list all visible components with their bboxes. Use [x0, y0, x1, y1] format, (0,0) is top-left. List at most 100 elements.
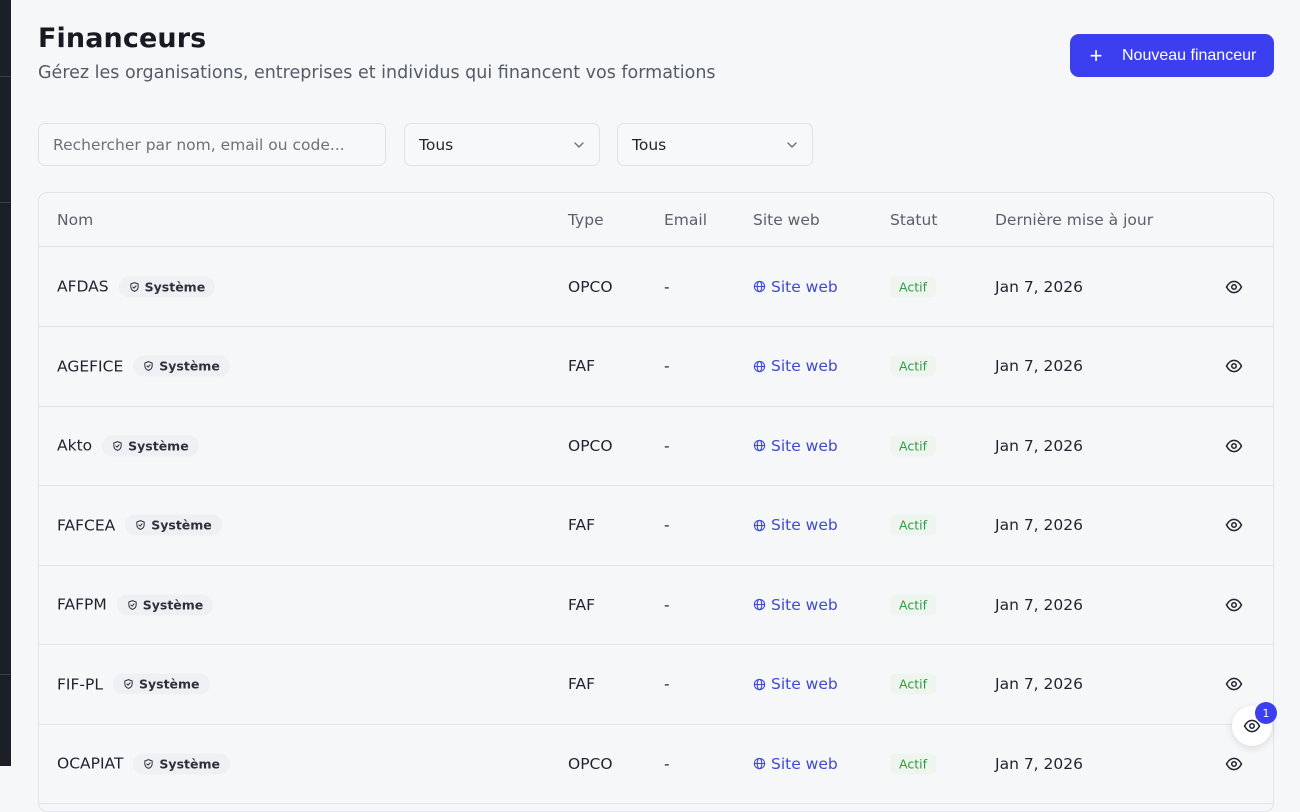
plus-icon: +: [1089, 42, 1103, 68]
status-filter-select[interactable]: Tous: [617, 123, 813, 166]
view-button[interactable]: [1225, 675, 1243, 693]
globe-icon: [753, 360, 766, 372]
financer-name: FAFCEA: [57, 516, 116, 534]
shield-icon: [129, 281, 139, 292]
system-badge: Système: [125, 514, 222, 536]
row-name-cell: FIF-PL Système: [57, 673, 210, 695]
globe-icon: [753, 678, 766, 690]
column-header-email[interactable]: Email: [664, 211, 707, 229]
row-name-cell: OCAPIAT Système: [57, 753, 230, 774]
column-header-type[interactable]: Type: [568, 211, 604, 229]
financer-email: -: [664, 516, 670, 534]
last-updated: Jan 7, 2026: [995, 595, 1083, 614]
column-header-updated[interactable]: Dernière mise à jour: [995, 211, 1153, 229]
column-header-status[interactable]: Statut: [890, 211, 937, 229]
financer-type: OPCO: [568, 754, 613, 773]
column-header-website[interactable]: Site web: [753, 211, 820, 229]
website-link[interactable]: Site web: [753, 437, 838, 455]
financer-name: FAFPM: [57, 595, 107, 614]
financer-email: -: [664, 277, 670, 296]
sidebar-edge: [0, 0, 11, 766]
table-row[interactable]: AFDAS Système OPCO - Site web Actif Jan …: [39, 247, 1273, 327]
eye-icon: [1225, 677, 1243, 691]
table-row[interactable]: FAFPM Système FAF - Site web Actif Jan 7…: [39, 565, 1273, 645]
globe-icon: [753, 757, 766, 770]
financer-type: OPCO: [568, 436, 613, 455]
table-row[interactable]: FIF-PL Système FAF - Site web Actif Jan …: [39, 645, 1273, 725]
status-badge: Actif: [890, 355, 936, 377]
page-title: Financeurs: [38, 23, 207, 54]
globe-icon: [753, 598, 766, 611]
eye-icon: [1225, 598, 1243, 611]
eye-icon: [1225, 280, 1243, 293]
status-badge: Actif: [890, 435, 936, 456]
chevron-down-icon: [787, 141, 797, 148]
table-row[interactable]: Akto Système OPCO - Site web Actif Jan 7…: [39, 406, 1273, 486]
financer-type: FAF: [568, 675, 596, 693]
financer-email: -: [664, 436, 670, 455]
status-badge: Actif: [890, 276, 936, 297]
system-badge: Système: [133, 753, 230, 774]
system-badge: Système: [112, 673, 210, 695]
row-name-cell: AGEFICE Système: [57, 355, 230, 377]
website-link[interactable]: Site web: [753, 516, 838, 534]
row-name-cell: Akto Système: [57, 435, 199, 456]
website-link-label: Site web: [771, 436, 838, 455]
website-link-label: Site web: [771, 675, 838, 693]
last-updated: Jan 7, 2026: [995, 277, 1083, 296]
financer-name: AFDAS: [57, 277, 109, 296]
financers-table: Nom Type Email Site web Statut Dernière …: [38, 192, 1274, 812]
status-badge: Actif: [890, 594, 936, 615]
financer-email: -: [664, 675, 670, 693]
system-badge: Système: [102, 435, 199, 456]
table-row[interactable]: FAFCEA Système FAF - Site web Actif Jan …: [39, 486, 1273, 566]
view-button[interactable]: [1225, 755, 1243, 773]
new-financer-button[interactable]: + Nouveau financeur: [1070, 34, 1274, 77]
financer-name: OCAPIAT: [57, 754, 124, 773]
website-link-label: Site web: [771, 754, 838, 773]
last-updated: Jan 7, 2026: [995, 754, 1083, 773]
eye-icon: [1225, 439, 1243, 452]
table-header: Nom Type Email Site web Statut Dernière …: [39, 193, 1273, 247]
view-button[interactable]: [1225, 437, 1243, 455]
website-link[interactable]: Site web: [753, 755, 838, 773]
status-badge: Actif: [890, 514, 936, 536]
view-button[interactable]: [1225, 278, 1243, 296]
last-updated: Jan 7, 2026: [995, 357, 1083, 375]
system-badge-label: Système: [144, 279, 206, 294]
status-badge: Actif: [890, 673, 936, 695]
website-link[interactable]: Site web: [753, 357, 838, 375]
financer-email: -: [664, 357, 670, 375]
financer-name: FIF-PL: [57, 675, 103, 693]
search-input[interactable]: [38, 123, 386, 166]
eye-icon: [1225, 359, 1243, 373]
view-button[interactable]: [1225, 357, 1243, 375]
website-link-label: Site web: [771, 277, 838, 296]
website-link[interactable]: Site web: [753, 278, 838, 296]
type-filter-select[interactable]: Tous: [404, 123, 600, 166]
type-filter-value: Tous: [419, 135, 454, 154]
status-filter-value: Tous: [632, 135, 667, 154]
table-row[interactable]: OCAPIAT Système OPCO - Site web Actif Ja…: [39, 724, 1273, 804]
website-link[interactable]: Site web: [753, 596, 838, 614]
eye-icon: [1225, 518, 1243, 532]
notification-count-badge: 1: [1255, 702, 1277, 724]
system-badge: Système: [118, 276, 216, 297]
financer-type: FAF: [568, 595, 596, 614]
last-updated: Jan 7, 2026: [995, 516, 1083, 534]
shield-icon: [113, 440, 122, 451]
main-content: Financeurs Gérez les organisations, entr…: [38, 0, 1277, 812]
website-link-label: Site web: [771, 357, 838, 375]
table-row[interactable]: AGEFICE Système FAF - Site web Actif Jan…: [39, 327, 1273, 407]
view-button[interactable]: [1225, 596, 1243, 614]
column-header-name[interactable]: Nom: [57, 211, 93, 229]
system-badge-label: Système: [128, 438, 189, 453]
website-link[interactable]: Site web: [753, 675, 838, 693]
last-updated: Jan 7, 2026: [995, 436, 1083, 455]
chevron-down-icon: [574, 141, 584, 148]
shield-icon: [136, 520, 145, 530]
system-badge-label: Système: [159, 358, 220, 374]
eye-icon: [1225, 757, 1243, 770]
financer-name: AGEFICE: [57, 357, 124, 375]
view-button[interactable]: [1225, 516, 1243, 534]
